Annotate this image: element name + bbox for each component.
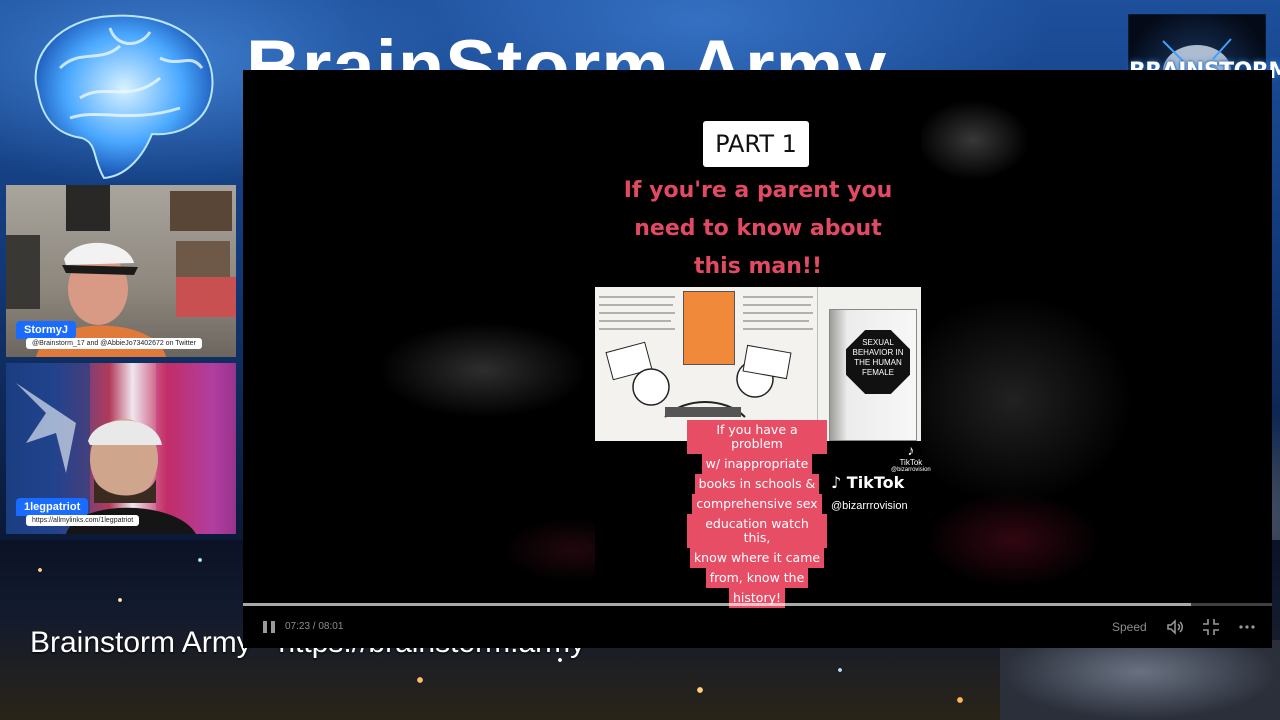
brain-logo-icon bbox=[34, 14, 214, 180]
book-title: SEXUAL BEHAVIOR IN THE HUMAN FEMALE bbox=[846, 330, 910, 394]
exit-fullscreen-icon[interactable] bbox=[1202, 618, 1220, 636]
storm-clouds bbox=[1000, 640, 1280, 720]
video-collage: SEXUAL BEHAVIOR IN THE HUMAN FEMALE bbox=[595, 287, 921, 441]
video-caption: If you have a problem w/ inappropriate b… bbox=[687, 420, 827, 608]
tiktok-brand: TikTok bbox=[846, 473, 905, 492]
progress-bar[interactable] bbox=[243, 603, 1272, 606]
video-headline: If you're a parent you need to know abou… bbox=[623, 178, 893, 279]
time-display: 07:23 / 08:01 bbox=[285, 621, 344, 632]
stream-background: BrainStorm Army BRAINSTORM bbox=[0, 0, 1280, 720]
caption-line: If you have a problem bbox=[687, 420, 827, 454]
caption-line: from, know the bbox=[705, 568, 809, 588]
speed-button[interactable]: Speed bbox=[1112, 620, 1147, 634]
caption-line: education watch this, bbox=[687, 514, 827, 548]
video-player[interactable]: PART 1 If you're a parent you need to kn… bbox=[243, 70, 1272, 648]
more-options-icon[interactable] bbox=[1238, 618, 1256, 636]
orange-book-cover bbox=[683, 291, 735, 365]
book-cover: SEXUAL BEHAVIOR IN THE HUMAN FEMALE bbox=[829, 309, 917, 441]
camera-feed-1legpatriot: 1legpatriot https://allmylinks.com/1legp… bbox=[6, 363, 236, 534]
caption-line: know where it came bbox=[689, 548, 825, 568]
volume-icon[interactable] bbox=[1166, 618, 1184, 636]
caption-line: w/ inappropriate bbox=[701, 454, 813, 474]
tiktok-small-label: TikTok bbox=[899, 458, 923, 467]
part-label: PART 1 bbox=[703, 121, 809, 167]
camera-name-tag: 1legpatriot bbox=[16, 498, 89, 516]
player-controls: 07:23 / 08:01 Speed bbox=[243, 614, 1272, 640]
tiktok-logo-icon: ♪ bbox=[831, 473, 847, 492]
tiktok-watermark: ♪ TikTok bbox=[831, 473, 904, 492]
camera-name-tag: StormyJ bbox=[16, 321, 77, 339]
tiktok-watermark-small: ♪ TikTok @bizarrovision bbox=[891, 442, 931, 473]
camera-subtitle: @Brainstorm_17 and @AbbieJo73402672 on T… bbox=[26, 338, 202, 349]
camera-subtitle: https://allmylinks.com/1legpatriot bbox=[26, 515, 140, 526]
caption-line: books in schools & bbox=[694, 474, 820, 494]
progress-fill bbox=[243, 603, 1191, 606]
video-frame[interactable]: PART 1 If you're a parent you need to kn… bbox=[595, 70, 931, 608]
camera-feed-stormyj: StormyJ @Brainstorm_17 and @AbbieJo73402… bbox=[6, 185, 236, 357]
pause-icon[interactable] bbox=[261, 619, 277, 635]
tiktok-handle: @bizarrrovision bbox=[831, 500, 908, 512]
comic-panel bbox=[595, 287, 818, 441]
tiktok-logo-icon: ♪ bbox=[907, 442, 915, 458]
caption-line: comprehensive sex bbox=[692, 494, 822, 514]
